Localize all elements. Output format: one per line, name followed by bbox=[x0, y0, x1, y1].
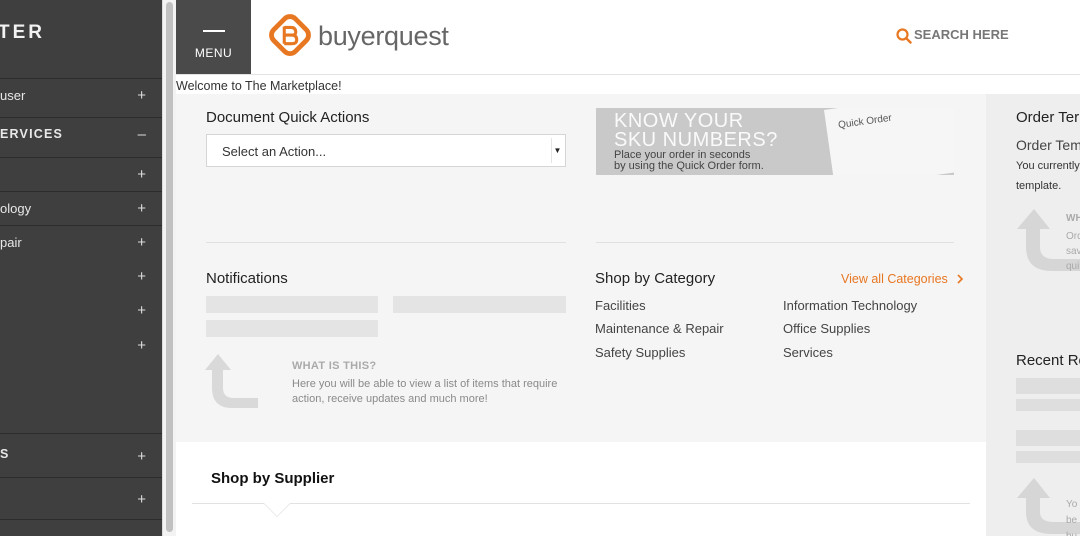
sidebar-item-label: S bbox=[0, 447, 10, 461]
what-is-this-description: Here you will be able to view a list of … bbox=[292, 378, 558, 405]
menu-label: MENU bbox=[194, 46, 233, 60]
sidebar-divider bbox=[0, 519, 162, 536]
quick-order-banner[interactable]: KNOW YOUR SKU NUMBERS? Place your order … bbox=[596, 108, 954, 175]
section-divider bbox=[596, 242, 954, 243]
sidebar-item-label: pair bbox=[0, 235, 22, 250]
search-label: SEARCH HERE bbox=[914, 27, 1009, 42]
banner-subtext: Place your order in seconds by using the… bbox=[614, 150, 764, 172]
action-select[interactable]: Select an Action... ▼ bbox=[206, 134, 566, 167]
tab-pointer-inner bbox=[264, 503, 290, 516]
section-divider bbox=[206, 242, 566, 243]
what-is-this-title: WHAT IS THIS? bbox=[292, 360, 377, 372]
sidebar-item[interactable]: + bbox=[0, 329, 162, 363]
category-link-services[interactable]: Services bbox=[783, 345, 833, 360]
sidebar-item[interactable]: + bbox=[0, 294, 162, 328]
quick-order-card-image: Quick Order bbox=[824, 108, 954, 175]
what-is-this-text: be bbox=[1066, 515, 1078, 526]
expand-icon[interactable]: + bbox=[137, 234, 146, 251]
quick-actions-title: Document Quick Actions bbox=[206, 109, 370, 126]
categories-title: Shop by Category bbox=[595, 270, 716, 287]
scrollbar-thumb[interactable] bbox=[166, 2, 173, 532]
sidebar-item-label: ology bbox=[0, 201, 32, 216]
supplier-title: Shop by Supplier bbox=[211, 470, 335, 487]
sidebar-item-repair[interactable]: pair + bbox=[0, 225, 162, 259]
notification-placeholder bbox=[206, 320, 378, 337]
view-all-categories-link[interactable]: View all Categories bbox=[841, 272, 964, 286]
order-templates-title: Order Ter bbox=[1016, 109, 1080, 126]
chevron-down-icon: ▼ bbox=[551, 138, 563, 163]
sidebar-item[interactable]: + bbox=[0, 260, 162, 294]
sidebar-item-services[interactable]: ERVICES – bbox=[0, 117, 162, 151]
sidebar: TER user + ERVICES – + ology + pair + + … bbox=[0, 0, 162, 536]
what-is-this-title: WH bbox=[1066, 213, 1080, 224]
category-link-facilities[interactable]: Facilities bbox=[595, 298, 646, 313]
expand-icon[interactable]: + bbox=[137, 491, 146, 508]
expand-icon[interactable]: + bbox=[137, 166, 146, 183]
sidebar-item-label: ERVICES bbox=[0, 127, 64, 141]
hamburger-icon bbox=[203, 30, 225, 32]
menu-button[interactable]: MENU bbox=[176, 0, 251, 74]
logo-text[interactable]: buyerquest bbox=[318, 21, 449, 52]
what-is-this-text: qui bbox=[1066, 261, 1080, 272]
search-button[interactable]: SEARCH HERE bbox=[896, 27, 1009, 44]
recent-placeholder bbox=[1016, 430, 1080, 446]
sidebar-item-user[interactable]: user + bbox=[0, 78, 162, 112]
up-arrow-icon bbox=[205, 354, 258, 408]
sidebar-item-technology[interactable]: ology + bbox=[0, 191, 162, 225]
header-divider bbox=[176, 74, 1080, 75]
expand-icon[interactable]: + bbox=[137, 337, 146, 354]
banner-headline: KNOW YOUR SKU NUMBERS? bbox=[614, 111, 778, 151]
category-link-safety[interactable]: Safety Supplies bbox=[595, 345, 685, 360]
expand-icon[interactable]: + bbox=[137, 302, 146, 319]
order-templates-subtitle: Order Tem bbox=[1016, 137, 1080, 153]
collapse-icon[interactable]: – bbox=[138, 126, 146, 143]
sidebar-item-label: user bbox=[0, 88, 26, 103]
search-icon bbox=[896, 27, 912, 44]
what-is-this-text: sav bbox=[1066, 246, 1080, 257]
recent-requisitions-title: Recent Re bbox=[1016, 352, 1080, 369]
order-templates-text: You currently bbox=[1016, 160, 1080, 172]
supplier-divider bbox=[192, 503, 970, 504]
expand-icon[interactable]: + bbox=[137, 200, 146, 217]
sidebar-item[interactable]: + bbox=[0, 157, 162, 191]
notifications-title: Notifications bbox=[206, 270, 288, 287]
sidebar-scrollbar[interactable] bbox=[162, 0, 176, 536]
chevron-right-icon bbox=[957, 274, 964, 284]
notification-placeholder bbox=[206, 296, 378, 313]
expand-icon[interactable]: + bbox=[137, 448, 146, 465]
expand-icon[interactable]: + bbox=[137, 268, 146, 285]
notification-placeholder bbox=[393, 296, 566, 313]
banner-line-2: SKU NUMBERS? bbox=[614, 129, 778, 151]
view-all-label: View all Categories bbox=[841, 272, 948, 286]
action-select-value: Select an Action... bbox=[222, 144, 327, 159]
recent-placeholder bbox=[1016, 378, 1080, 394]
category-link-maintenance[interactable]: Maintenance & Repair bbox=[595, 321, 724, 336]
order-templates-text: template. bbox=[1016, 180, 1062, 192]
sidebar-item[interactable]: + bbox=[0, 477, 162, 519]
category-link-it[interactable]: Information Technology bbox=[783, 298, 917, 313]
sidebar-title: TER bbox=[0, 22, 45, 43]
welcome-message: Welcome to The Marketplace! bbox=[176, 79, 342, 93]
quick-order-card-label: Quick Order bbox=[837, 112, 893, 132]
sidebar-item[interactable]: S + bbox=[0, 433, 162, 477]
what-is-this-text: Ord bbox=[1066, 231, 1080, 242]
banner-sub-2: by using the Quick Order form. bbox=[614, 160, 764, 172]
category-link-office[interactable]: Office Supplies bbox=[783, 321, 870, 336]
what-is-this-text: Yo bbox=[1066, 499, 1078, 510]
recent-placeholder bbox=[1016, 451, 1080, 463]
what-is-this-text: bu bbox=[1066, 531, 1077, 536]
expand-icon[interactable]: + bbox=[137, 87, 146, 104]
recent-placeholder bbox=[1016, 399, 1080, 411]
buyerquest-logo-icon[interactable] bbox=[266, 14, 314, 60]
